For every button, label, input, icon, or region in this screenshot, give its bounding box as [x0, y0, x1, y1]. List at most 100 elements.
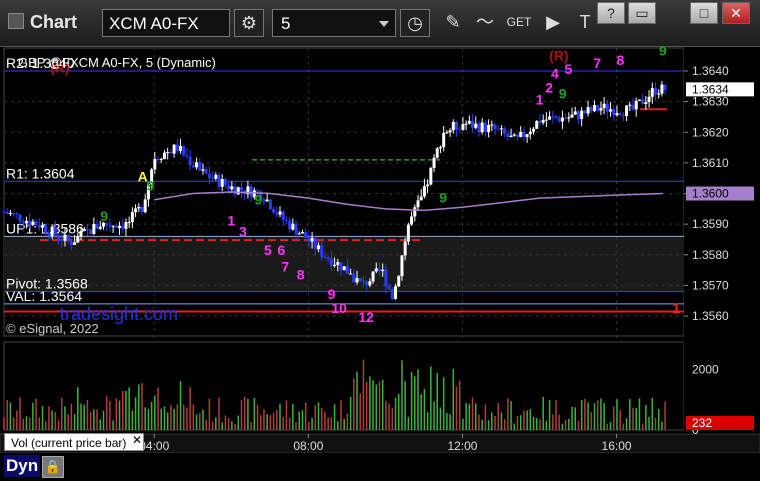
candle-body: [175, 144, 179, 151]
candle-body: [358, 278, 362, 281]
candle-body: [394, 286, 398, 299]
candle-body: [455, 121, 459, 130]
window-title: Chart: [8, 12, 77, 33]
marker-label: 1: [672, 300, 680, 316]
copyright: © eSignal, 2022: [6, 321, 99, 336]
candle-body: [63, 234, 67, 241]
settings-gear-icon[interactable]: ⚙: [234, 9, 264, 37]
text-tool-icon[interactable]: T: [570, 9, 600, 37]
candle-body: [631, 104, 635, 110]
candle-body: [596, 105, 600, 111]
candle-body: [618, 113, 622, 115]
marker-label: 3: [239, 223, 247, 239]
app-icon: [8, 13, 24, 29]
clock-icon[interactable]: ◷: [400, 9, 430, 37]
symbol-input[interactable]: XCM A0-FX: [102, 9, 230, 37]
candle-body: [156, 158, 160, 160]
price-tick-label: 1.3590: [692, 217, 729, 231]
candle-body: [535, 121, 539, 129]
candle-body: [185, 155, 189, 157]
candle-body: [57, 234, 61, 239]
candle-body: [108, 225, 112, 227]
candle-body: [329, 259, 333, 266]
candle-body: [474, 123, 478, 128]
candle-body: [573, 111, 577, 115]
maximize-button[interactable]: □: [690, 2, 718, 24]
candle-body: [345, 266, 349, 274]
candle-body: [506, 133, 510, 138]
last-price-label: 1.3634: [692, 82, 729, 96]
candle-body: [182, 146, 186, 156]
dynamic-mode-label[interactable]: Dyn: [4, 455, 41, 477]
candle-body: [621, 114, 625, 116]
interval-select[interactable]: 5: [272, 9, 396, 37]
price-tick-label: 1.3640: [692, 64, 729, 78]
candle-body: [477, 123, 481, 133]
pencil-draw-icon[interactable]: ✎: [438, 9, 468, 37]
candle-body: [413, 207, 417, 217]
lock-icon[interactable]: 🔒: [42, 456, 64, 478]
candle-body: [647, 96, 651, 102]
candle-body: [361, 280, 365, 282]
candle-body: [339, 262, 343, 271]
restore-button[interactable]: ▭: [628, 2, 656, 24]
candle-body: [605, 103, 609, 112]
candle-body: [384, 269, 388, 287]
candle-body: [227, 184, 231, 190]
window-titlebar: Chart XCM A0-FX ⚙ 5 ◷ ✎ 〜 GET ▶ T ? ▭ □ …: [0, 0, 760, 47]
candle-body: [275, 212, 279, 215]
marker-label: 1: [227, 213, 235, 229]
marker-label: 2: [545, 79, 553, 95]
help-button[interactable]: ?: [597, 2, 625, 24]
candle-body: [602, 103, 606, 109]
candle-body: [217, 174, 221, 187]
candle-body: [323, 256, 327, 258]
chevron-down-icon: [379, 21, 389, 27]
candle-body: [313, 237, 317, 250]
candle-body: [249, 186, 253, 198]
candle-body: [483, 122, 487, 133]
study-icon[interactable]: 〜: [470, 9, 500, 37]
candle-body: [143, 199, 147, 213]
candle-body: [448, 130, 452, 133]
candle-body: [114, 225, 118, 229]
chart-canvas[interactable]: R2: 1.3640R1: 1.3604UP1: 1.3586Pivot: 1.…: [0, 46, 760, 453]
marker-label: 7: [593, 55, 601, 71]
play-icon[interactable]: ▶: [538, 9, 568, 37]
close-study-icon[interactable]: ✕: [132, 433, 142, 447]
close-button[interactable]: ✕: [722, 2, 750, 24]
candle-body: [532, 128, 536, 132]
candle-body: [580, 110, 584, 119]
candle-body: [499, 128, 503, 130]
candle-body: [233, 186, 237, 195]
candle-body: [522, 131, 526, 138]
price-tick-label: 1.3620: [692, 125, 729, 139]
candle-body: [432, 157, 436, 168]
candle-body: [262, 199, 266, 202]
volume-last-label: 232: [692, 416, 712, 430]
candle-body: [480, 122, 484, 133]
candle-body: [461, 124, 465, 130]
candle-body: [435, 148, 439, 158]
candle-body: [342, 266, 346, 271]
candle-body: [464, 123, 468, 125]
get-data-icon[interactable]: GET: [504, 9, 534, 37]
candle-body: [118, 225, 122, 229]
candle-body: [583, 110, 587, 114]
candle-body: [294, 223, 298, 235]
candle-body: [79, 231, 83, 237]
candle-body: [628, 104, 632, 106]
marker-label: 9: [254, 191, 262, 207]
window-title-text: Chart: [30, 12, 78, 32]
candle-body: [317, 245, 321, 250]
candle-body: [390, 288, 394, 299]
candle-body: [445, 132, 449, 134]
candle-body: [127, 221, 131, 223]
candle-body: [487, 124, 491, 133]
candle-body: [599, 108, 603, 111]
candle-body: [166, 151, 170, 153]
candle-body: [220, 179, 224, 187]
candle-body: [201, 169, 205, 171]
candle-body: [153, 158, 157, 170]
candle-body: [576, 111, 580, 119]
